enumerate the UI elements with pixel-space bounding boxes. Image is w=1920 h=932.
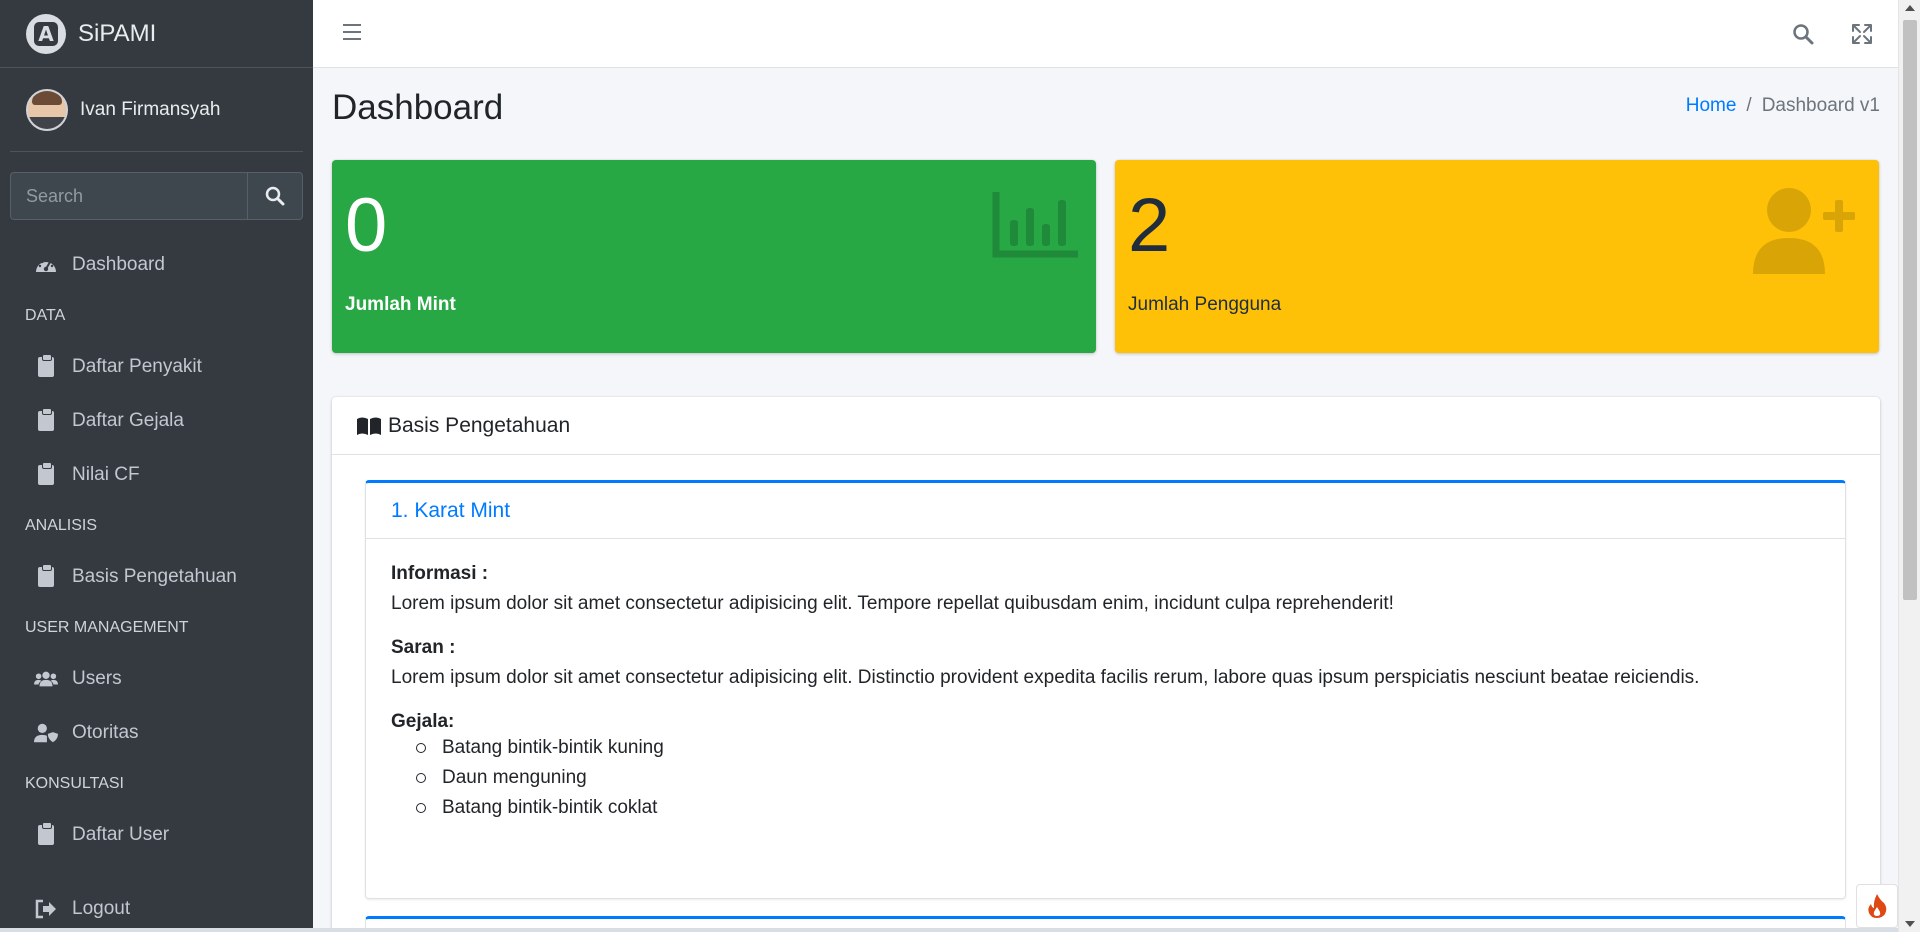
user-plus-icon	[1753, 188, 1855, 274]
sidebar: A SiPAMI Ivan Firmansyah Dashboard DATA …	[0, 0, 313, 932]
users-icon	[34, 671, 58, 687]
book-open-icon	[357, 417, 381, 435]
info-label: Informasi :	[391, 563, 489, 584]
sidebar-item-daftar-penyakit[interactable]: Daftar Penyakit	[0, 340, 313, 394]
nav-header-konsultasi: KONSULTASI	[25, 775, 124, 792]
sidebar-item-logout[interactable]: Logout	[0, 882, 313, 932]
clipboard-icon	[38, 408, 54, 431]
disease-title[interactable]: 1. Karat Mint	[366, 483, 1845, 539]
stat-box-mint: 0 Jumlah Mint	[332, 160, 1096, 353]
search-button[interactable]	[247, 172, 303, 220]
sidebar-item-label: Otoritas	[72, 722, 139, 743]
list-item: Daun menguning	[416, 763, 1820, 793]
nav-header-user-management: USER MANAGEMENT	[25, 619, 189, 636]
breadcrumb-separator: /	[1746, 95, 1752, 116]
sign-out-icon	[35, 899, 56, 919]
user-name[interactable]: Ivan Firmansyah	[80, 99, 220, 121]
scroll-up-icon[interactable]	[1905, 5, 1915, 11]
brand-logo-icon: A	[26, 13, 66, 54]
gejala-list: Batang bintik-bintik kuning Daun menguni…	[391, 733, 1820, 823]
nav-header-data: DATA	[25, 307, 66, 324]
sidebar-item-otoritas[interactable]: Otoritas	[0, 706, 313, 760]
saran-text: Lorem ipsum dolor sit amet consectetur a…	[391, 667, 1700, 688]
user-panel[interactable]: Ivan Firmansyah	[10, 68, 303, 152]
scrollbar[interactable]	[1898, 0, 1920, 932]
clipboard-icon	[38, 462, 54, 485]
scroll-thumb[interactable]	[1903, 20, 1917, 600]
sidebar-item-users[interactable]: Users	[0, 652, 313, 706]
stat-value: 2	[1128, 183, 1171, 268]
clipboard-icon	[38, 564, 54, 587]
sidebar-item-dashboard[interactable]: Dashboard	[0, 238, 313, 292]
breadcrumb-home[interactable]: Home	[1686, 95, 1737, 116]
sidebar-item-label: Daftar Gejala	[72, 410, 184, 431]
sidebar-search	[10, 172, 303, 220]
gejala-label: Gejala:	[391, 711, 455, 732]
user-shield-icon	[34, 723, 58, 743]
debug-toolbar-button[interactable]	[1856, 884, 1898, 928]
clipboard-icon	[38, 354, 54, 377]
flame-icon	[1868, 894, 1887, 918]
chart-bar-icon	[992, 192, 1078, 258]
breadcrumb: Home / Dashboard v1	[1686, 95, 1880, 117]
page-bottom-edge	[0, 928, 1898, 932]
sidebar-item-label: Users	[72, 668, 122, 689]
knowledge-base-card: Basis Pengetahuan 1. Karat Mint Informas…	[332, 397, 1880, 932]
card-title: Basis Pengetahuan	[388, 413, 571, 437]
disease-card: 1. Karat Mint Informasi : Lorem ipsum do…	[365, 480, 1846, 899]
fullscreen-icon[interactable]	[1850, 22, 1874, 46]
list-item: Batang bintik-bintik coklat	[416, 793, 1820, 823]
info-text: Lorem ipsum dolor sit amet consectetur a…	[391, 593, 1394, 614]
stat-label: Jumlah Pengguna	[1128, 294, 1282, 315]
sidebar-item-label: Daftar User	[72, 824, 170, 845]
stat-value: 0	[345, 183, 388, 268]
search-icon	[265, 186, 285, 206]
list-item: Batang bintik-bintik kuning	[416, 733, 1820, 763]
breadcrumb-current: Dashboard v1	[1761, 95, 1880, 116]
card-header: Basis Pengetahuan	[332, 397, 1880, 455]
disease-body: Informasi : Lorem ipsum dolor sit amet c…	[366, 539, 1845, 847]
brand-link[interactable]: A SiPAMI	[0, 0, 313, 68]
sidebar-item-label: Nilai CF	[72, 464, 140, 485]
clipboard-icon	[38, 822, 54, 845]
search-icon[interactable]	[1791, 22, 1815, 46]
avatar	[26, 88, 68, 131]
sidebar-item-nilai-cf[interactable]: Nilai CF	[0, 448, 313, 502]
brand-name: SiPAMI	[78, 19, 157, 47]
saran-label: Saran :	[391, 637, 456, 658]
page-title: Dashboard	[332, 88, 504, 127]
stat-label: Jumlah Mint	[345, 294, 456, 315]
sidebar-item-basis-pengetahuan[interactable]: Basis Pengetahuan	[0, 550, 313, 604]
search-input[interactable]	[10, 172, 247, 220]
top-navbar	[313, 0, 1898, 68]
stat-box-pengguna: 2 Jumlah Pengguna	[1115, 160, 1879, 353]
sidebar-item-label: Dashboard	[72, 254, 165, 275]
menu-toggle-icon[interactable]	[343, 24, 361, 40]
sidebar-item-label: Daftar Penyakit	[72, 356, 202, 377]
tachometer-icon	[36, 258, 56, 272]
sidebar-item-daftar-gejala[interactable]: Daftar Gejala	[0, 394, 313, 448]
sidebar-item-daftar-user[interactable]: Daftar User	[0, 808, 313, 862]
nav-header-analisis: ANALISIS	[25, 517, 98, 534]
sidebar-item-label: Basis Pengetahuan	[72, 566, 237, 587]
scroll-down-icon[interactable]	[1905, 921, 1915, 927]
sidebar-item-label: Logout	[72, 898, 131, 919]
